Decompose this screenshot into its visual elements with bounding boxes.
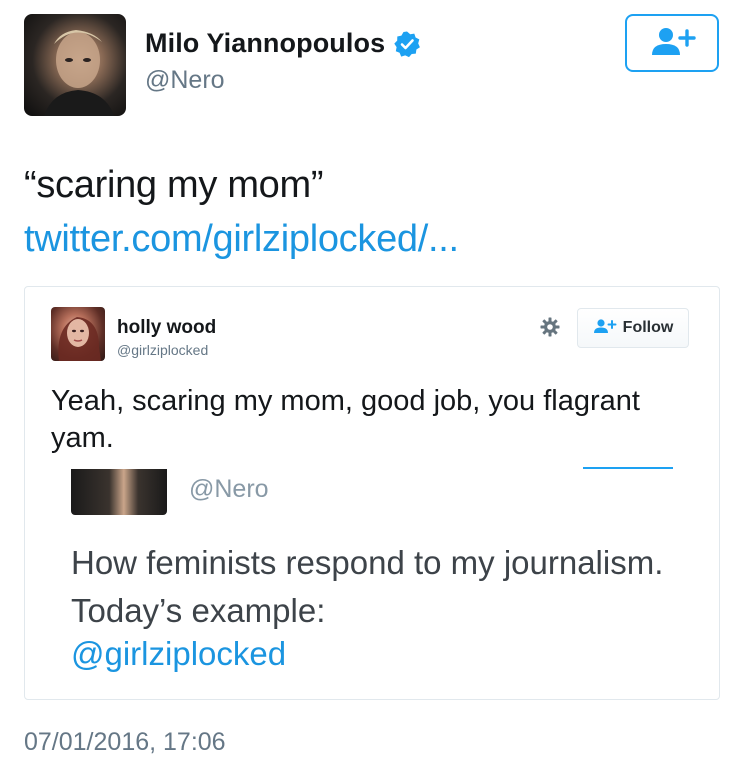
add-user-icon <box>648 25 696 62</box>
author-name[interactable]: Milo Yiannopoulos <box>145 28 385 59</box>
follow-button[interactable] <box>625 14 719 72</box>
quoted-author-avatar[interactable] <box>51 307 105 361</box>
quoted-author-handle[interactable]: @girlziplocked <box>117 342 208 358</box>
nested-follow-button-edge[interactable] <box>583 467 673 469</box>
nested-author-handle[interactable]: @Nero <box>189 475 269 504</box>
quoted-author-name[interactable]: holly wood <box>117 317 216 339</box>
author-handle[interactable]: @Nero <box>145 66 225 95</box>
tweet-text: “scaring my mom” <box>24 164 324 206</box>
verified-badge-icon <box>393 30 421 58</box>
embedded-tweet-card[interactable]: holly wood @girlziplocked Follow Yeah, s… <box>24 286 720 700</box>
follow-label: Follow <box>622 319 674 336</box>
tweet-link[interactable]: twitter.com/girlziplocked/... <box>24 218 459 261</box>
follow-user-icon <box>593 318 617 339</box>
quoted-tweet-text: Yeah, scaring my mom, good job, you flag… <box>51 385 640 454</box>
nested-tweet-text: How feminists respond to my journalism. … <box>71 544 664 629</box>
gear-icon[interactable] <box>540 317 560 337</box>
nested-author-avatar[interactable] <box>71 469 167 515</box>
quoted-follow-button[interactable]: Follow <box>577 308 689 348</box>
nested-mention-link[interactable]: @girlziplocked <box>71 635 286 673</box>
author-avatar[interactable] <box>24 14 126 116</box>
tweet-timestamp[interactable]: 07/01/2016, 17:06 <box>24 728 226 757</box>
